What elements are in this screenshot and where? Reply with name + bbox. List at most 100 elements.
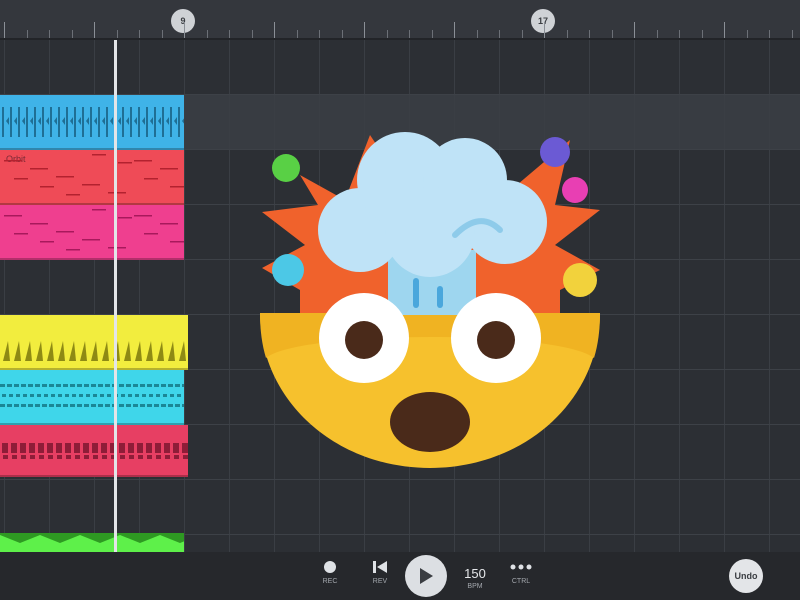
clip-note — [2, 107, 4, 137]
clip-note — [154, 404, 159, 407]
clip-note — [84, 455, 89, 459]
ruler-tick — [409, 30, 410, 38]
clip-track-2[interactable]: Orbit — [0, 150, 184, 205]
clip-note — [14, 117, 17, 125]
clip-note — [93, 394, 97, 397]
clip-note — [38, 443, 44, 453]
clip-note — [34, 107, 36, 137]
clip-note — [144, 178, 158, 180]
clip-notes — [0, 384, 184, 407]
clip-note — [134, 117, 137, 125]
clip-note — [102, 117, 105, 125]
clip-note — [164, 443, 170, 453]
skip-back-icon — [373, 561, 387, 573]
ruler-tick — [499, 30, 500, 38]
ruler-tick — [27, 30, 28, 38]
clip-note — [0, 533, 40, 543]
timeline-ruler[interactable]: 9 17 — [0, 0, 800, 38]
clip-note — [170, 394, 174, 397]
clip-note — [182, 443, 188, 453]
clip-track-3[interactable] — [0, 205, 184, 260]
clip-note — [147, 404, 152, 407]
clip-note — [91, 341, 98, 361]
clip-note — [182, 404, 184, 407]
ruler-tick — [589, 30, 590, 38]
clip-note — [21, 404, 26, 407]
clip-note — [58, 341, 65, 361]
clip-note — [173, 443, 179, 453]
clip-note — [16, 394, 20, 397]
clip-note — [182, 384, 184, 387]
clip-note — [170, 107, 172, 137]
grid-column-line — [229, 40, 230, 552]
clip-note — [80, 341, 87, 361]
clip-note — [82, 107, 84, 137]
clip-note — [150, 117, 153, 125]
clip-note — [168, 404, 173, 407]
clip-note — [86, 394, 90, 397]
ruler-tick — [544, 22, 545, 38]
clip-note — [146, 341, 153, 361]
rewind-button[interactable]: REV — [360, 560, 400, 585]
clip-track-1[interactable] — [0, 95, 184, 150]
clip-note — [126, 404, 131, 407]
clip-track-6[interactable] — [0, 425, 188, 477]
undo-button[interactable]: Undo — [729, 559, 763, 593]
clip-note — [119, 404, 124, 407]
clip-note — [3, 455, 8, 459]
clip-note — [158, 117, 161, 125]
clip-note — [66, 107, 68, 137]
clip-note — [30, 168, 48, 170]
clip-note — [105, 404, 110, 407]
ruler-tick — [634, 22, 635, 38]
ruler-tick — [522, 30, 523, 38]
bar-marker-17[interactable]: 17 — [531, 9, 555, 33]
clip-track-4[interactable] — [0, 315, 188, 370]
clip-note — [37, 394, 41, 397]
controls-button[interactable]: CTRL — [501, 560, 541, 585]
clip-note — [108, 247, 126, 249]
clip-note — [84, 404, 89, 407]
clip-notes — [4, 154, 184, 196]
tempo-display[interactable]: 150 BPM — [458, 566, 492, 590]
clip-note — [42, 404, 47, 407]
clip-note — [51, 394, 55, 397]
clip-note — [20, 443, 26, 453]
clip-note — [130, 107, 132, 137]
controls-label: CTRL — [511, 578, 531, 585]
clip-track-7[interactable] — [0, 533, 184, 554]
clip-note — [49, 404, 54, 407]
clip-note — [157, 341, 164, 361]
bar-marker-9[interactable]: 9 — [171, 9, 195, 33]
clip-note — [26, 107, 28, 137]
clip-note — [128, 443, 134, 453]
record-button[interactable]: REC — [310, 560, 350, 585]
clip-note — [146, 107, 148, 137]
ruler-tick — [679, 30, 680, 38]
clip-note — [14, 404, 19, 407]
clip-notes — [0, 533, 184, 543]
clip-note — [57, 455, 62, 459]
clip-note — [70, 117, 73, 125]
clip-note — [35, 404, 40, 407]
clip-note — [77, 384, 82, 387]
clip-note — [161, 384, 166, 387]
clip-track-5[interactable] — [0, 370, 184, 425]
clip-note — [30, 394, 34, 397]
ruler-tick — [724, 22, 725, 38]
clip-note — [106, 107, 108, 137]
grid-row-line — [0, 479, 800, 480]
ruler-tick — [702, 30, 703, 38]
clip-note — [0, 404, 5, 407]
clip-note — [107, 394, 111, 397]
clip-note — [78, 117, 81, 125]
clip-note — [4, 215, 22, 217]
clip-note — [14, 341, 21, 361]
clip-note — [119, 443, 125, 453]
ruler-tick — [364, 22, 365, 38]
playhead[interactable] — [114, 40, 117, 552]
rewind-label: REV — [372, 578, 388, 585]
clip-note — [165, 455, 170, 459]
clip-note — [30, 455, 35, 459]
play-button[interactable] — [405, 555, 447, 597]
